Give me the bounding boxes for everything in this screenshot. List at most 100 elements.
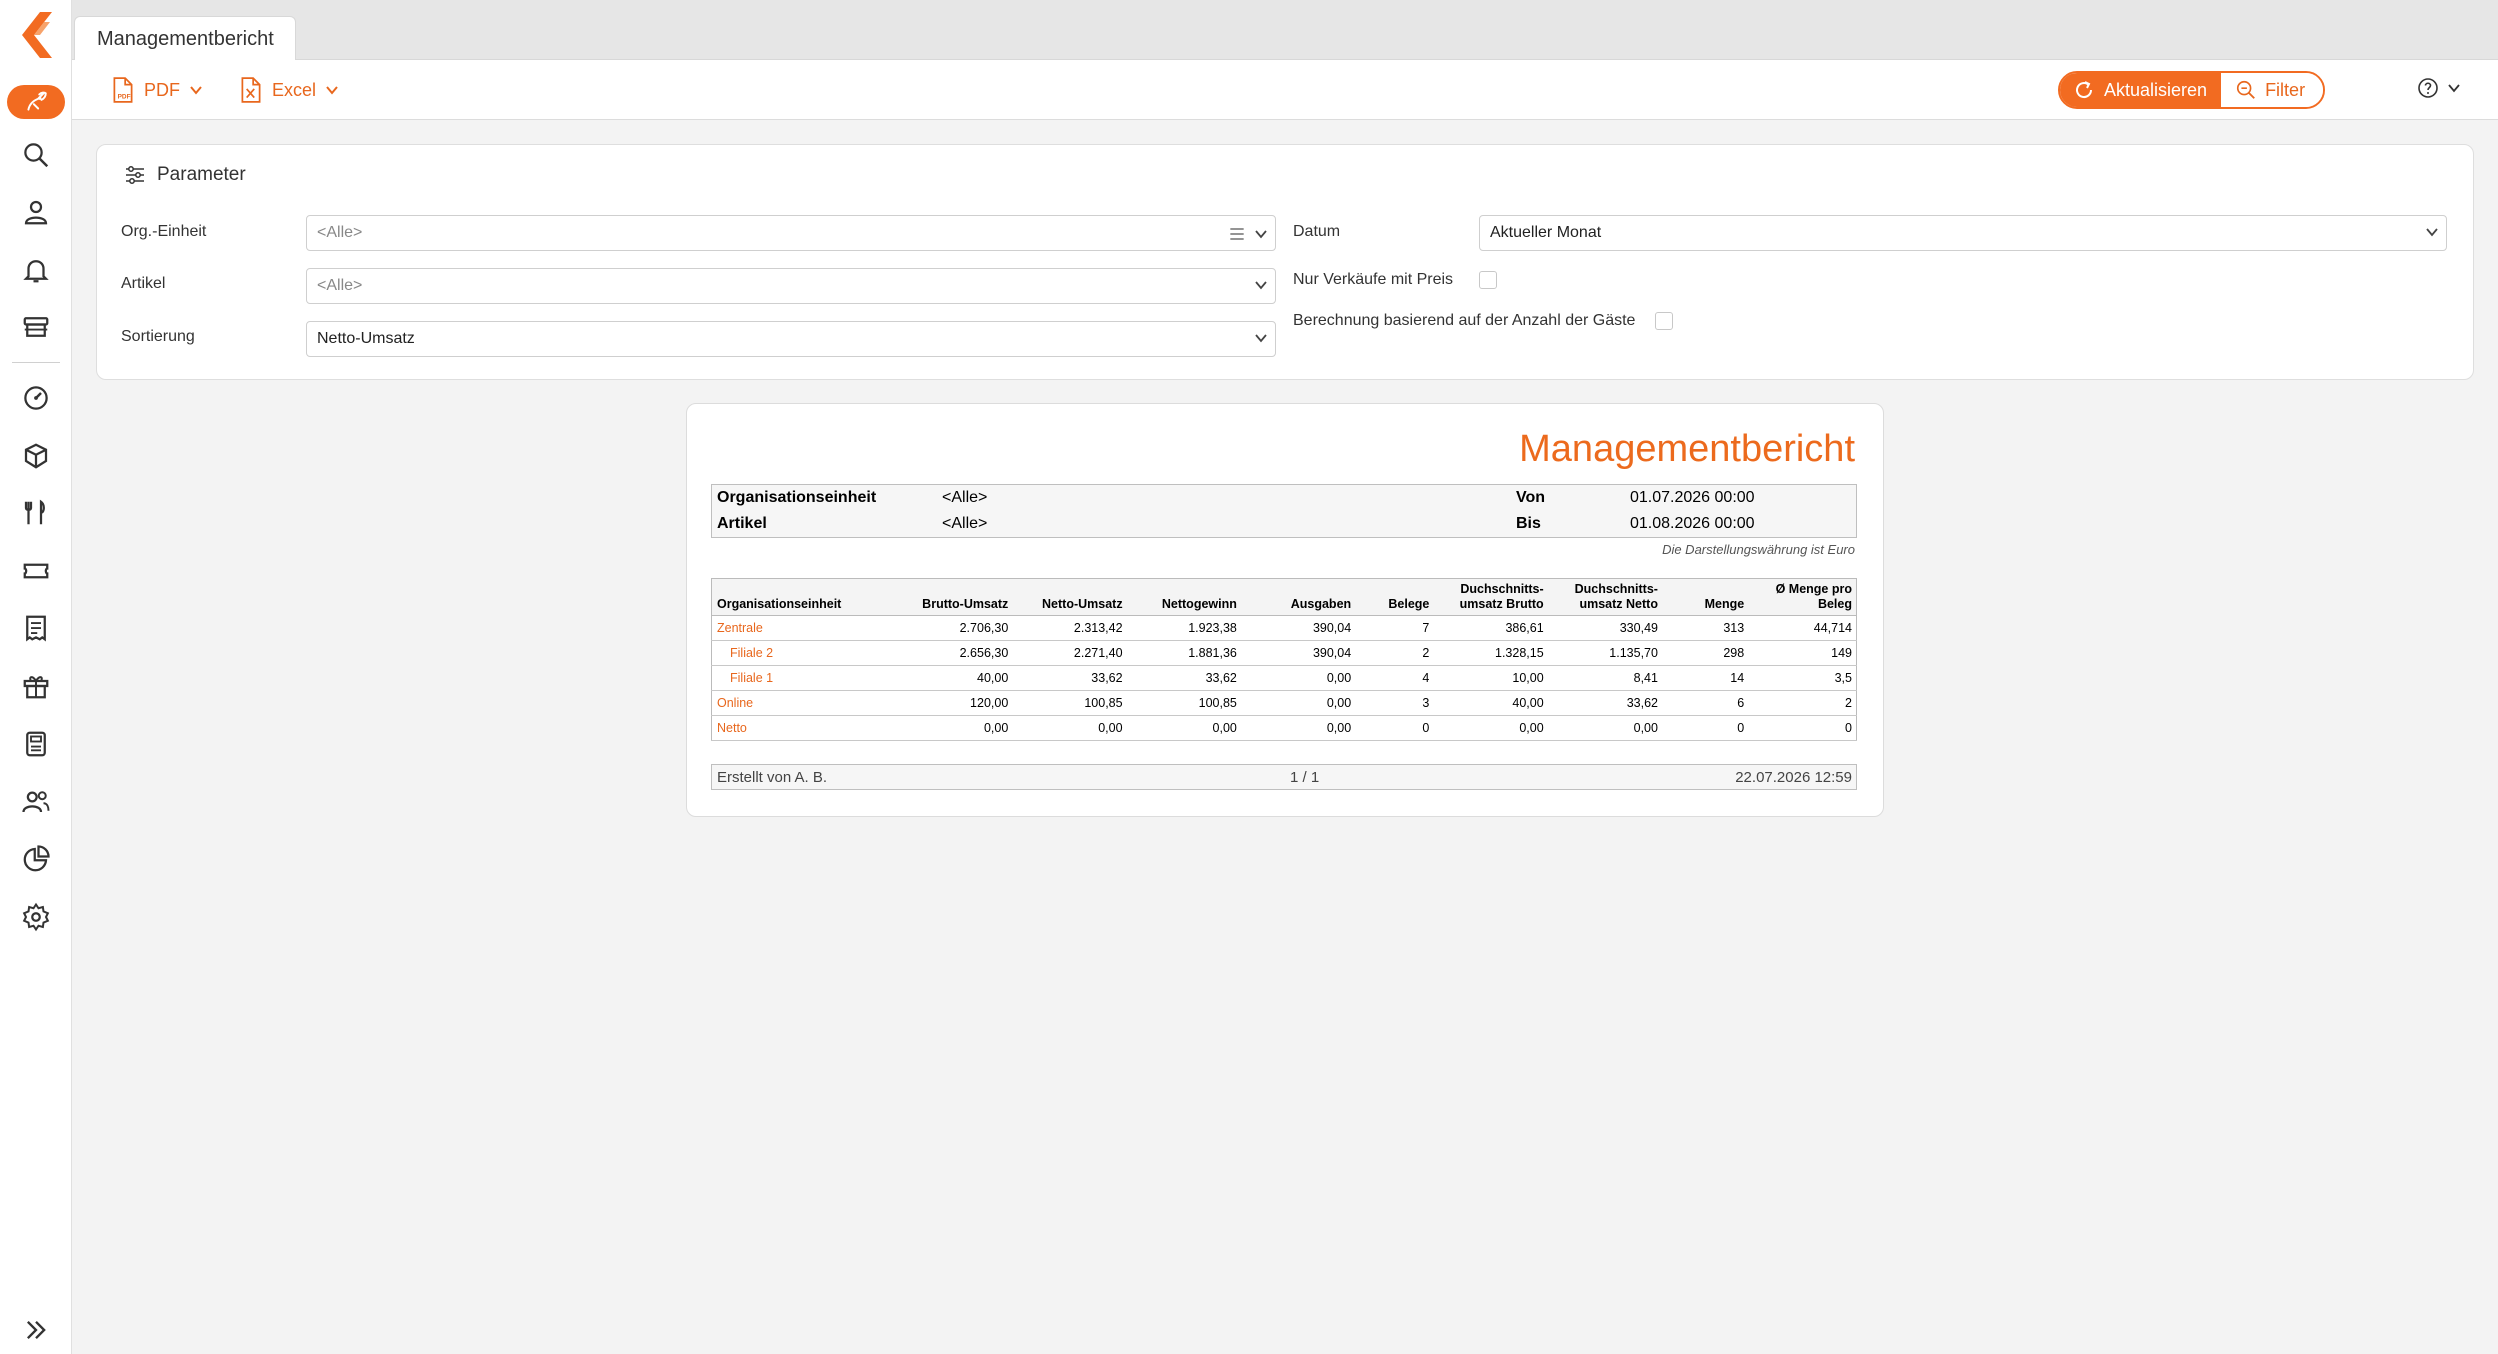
column-header: Duchschnitts- umsatz Netto <box>1547 578 1662 616</box>
report-info-box: Organisationseinheit <Alle> Artikel <All… <box>711 484 1857 538</box>
ticket-icon <box>23 563 49 579</box>
sidebar-item-tickets[interactable] <box>0 549 72 593</box>
chevron-down-icon <box>2448 84 2460 93</box>
list-icon[interactable] <box>1227 224 1247 244</box>
chevron-down-icon <box>326 86 338 95</box>
guest-calc-label: Berechnung basierend auf der Anzahl der … <box>1293 312 1636 329</box>
column-header: Ø Menge pro Beleg <box>1748 578 1857 616</box>
sidebar-item-products[interactable] <box>0 434 72 478</box>
double-chevron-right-icon <box>27 1321 46 1339</box>
article-label: Artikel <box>121 275 166 292</box>
sorting-value: Netto-Umsatz <box>317 330 415 347</box>
table-cell: 386,61 <box>1433 615 1548 641</box>
sidebar-item-notifications[interactable] <box>0 248 72 292</box>
restaurant-icon <box>24 499 45 525</box>
date-select[interactable]: Aktueller Monat <box>1479 215 2447 251</box>
table-cell: 33,62 <box>1547 690 1662 716</box>
table-cell: 0,00 <box>1240 690 1356 716</box>
sidebar-item-restaurant[interactable] <box>0 491 72 535</box>
refresh-button[interactable]: Aktualisieren <box>2060 73 2222 107</box>
filter-button[interactable]: Filter <box>2221 73 2324 107</box>
bell-icon <box>23 260 49 283</box>
sidebar-item-receipts[interactable] <box>0 606 72 650</box>
sidebar-expand-button[interactable] <box>22 1316 50 1349</box>
org-unit-link[interactable]: Zentrale <box>711 615 892 641</box>
org-unit-link[interactable]: Netto <box>711 715 892 741</box>
chevron-down-icon <box>190 86 202 95</box>
org-unit-select[interactable]: <Alle> <box>306 215 1276 251</box>
table-cell: 14 <box>1661 665 1749 691</box>
table-cell: 1.923,38 <box>1126 615 1241 641</box>
table-cell: 44,714 <box>1748 615 1857 641</box>
pdf-file-icon: PDF <box>113 77 133 103</box>
gift-icon <box>23 676 49 699</box>
only-sales-with-price-checkbox[interactable] <box>1479 271 1497 289</box>
article-value: <Alle> <box>317 277 363 294</box>
table-cell: 0 <box>1661 715 1749 741</box>
table-cell: 0,00 <box>1240 715 1356 741</box>
table-cell: 0 <box>1355 715 1434 741</box>
help-button[interactable] <box>2416 76 2462 100</box>
svg-text:PDF: PDF <box>118 94 131 101</box>
report-preview: Managementbericht Organisationseinheit <… <box>686 403 1884 817</box>
sorting-select[interactable]: Netto-Umsatz <box>306 321 1276 357</box>
customers-icon <box>22 791 50 813</box>
brand-logo[interactable] <box>14 10 58 60</box>
info-to-label: Bis <box>1516 515 1541 532</box>
parameter-title: Parameter <box>157 164 246 185</box>
sliders-icon <box>126 166 144 184</box>
table-cell: 7 <box>1355 615 1434 641</box>
table-cell: 0 <box>1748 715 1857 741</box>
table-row: Online 120,00 100,85 100,85 0,00 3 40,00 33,62 6… <box>711 690 1857 716</box>
sidebar-item-dashboard[interactable] <box>0 376 72 420</box>
date-label: Datum <box>1293 223 1341 240</box>
settings-icon <box>22 902 50 932</box>
table-cell: 33,62 <box>1012 665 1127 691</box>
info-from-value: 01.07.2026 00:00 <box>1630 489 1755 506</box>
search-icon <box>24 143 49 168</box>
sidebar-item-gifts[interactable] <box>0 664 72 708</box>
excel-export-button[interactable]: Excel <box>238 74 340 106</box>
help-icon <box>2418 78 2438 98</box>
sidebar-item-reports[interactable] <box>0 80 72 124</box>
table-cell: 1.881,36 <box>1126 640 1241 666</box>
refresh-icon <box>2076 81 2093 99</box>
refresh-filter-group: Aktualisieren Filter <box>2058 71 2326 109</box>
table-cell: 120,00 <box>891 690 1013 716</box>
table-cell: 2.313,42 <box>1012 615 1127 641</box>
sidebar-divider <box>12 362 60 363</box>
org-unit-link[interactable]: Filiale 2 <box>711 640 892 666</box>
sidebar-item-customers[interactable] <box>0 780 72 824</box>
sidebar-item-cash-register[interactable] <box>0 722 72 766</box>
chevron-down-icon <box>1255 281 1267 290</box>
pdf-export-button[interactable]: PDF PDF <box>110 74 204 106</box>
table-cell: 0,00 <box>1126 715 1241 741</box>
sidebar-item-statistics[interactable] <box>0 837 72 881</box>
sidebar-item-search[interactable] <box>0 133 72 177</box>
filter-label: Filter <box>2265 79 2306 100</box>
table-cell: 100,85 <box>1126 690 1241 716</box>
table-cell: 0,00 <box>1012 715 1127 741</box>
table-row: Netto 0,00 0,00 0,00 0,00 0 0,00 0,00 0 0 <box>711 715 1857 741</box>
org-unit-link[interactable]: Filiale 1 <box>711 665 892 691</box>
column-header: Belege <box>1355 578 1434 616</box>
article-select[interactable]: <Alle> <box>306 268 1276 304</box>
guest-calc-checkbox[interactable] <box>1655 312 1673 330</box>
sidebar-item-store[interactable] <box>0 305 72 349</box>
only-sales-with-price-label: Nur Verkäufe mit Preis <box>1293 271 1454 288</box>
table-cell: 0,00 <box>1433 715 1548 741</box>
tab-managementbericht[interactable]: Managementbericht <box>74 16 296 61</box>
table-cell: 1.135,70 <box>1547 640 1662 666</box>
org-unit-link[interactable]: Online <box>711 690 892 716</box>
cash-register-icon <box>26 731 46 757</box>
sidebar-item-user[interactable] <box>0 190 72 234</box>
info-org-label: Organisationseinheit <box>717 489 877 506</box>
info-article-value: <Alle> <box>942 515 988 532</box>
chevron-down-icon <box>2426 228 2438 237</box>
table-cell: 100,85 <box>1012 690 1127 716</box>
table-cell: 8,41 <box>1547 665 1662 691</box>
pie-chart-icon <box>23 845 50 872</box>
parameter-header[interactable]: Parameter <box>123 163 246 187</box>
sidebar-item-settings[interactable] <box>0 895 72 939</box>
column-header: Nettogewinn <box>1126 578 1241 616</box>
